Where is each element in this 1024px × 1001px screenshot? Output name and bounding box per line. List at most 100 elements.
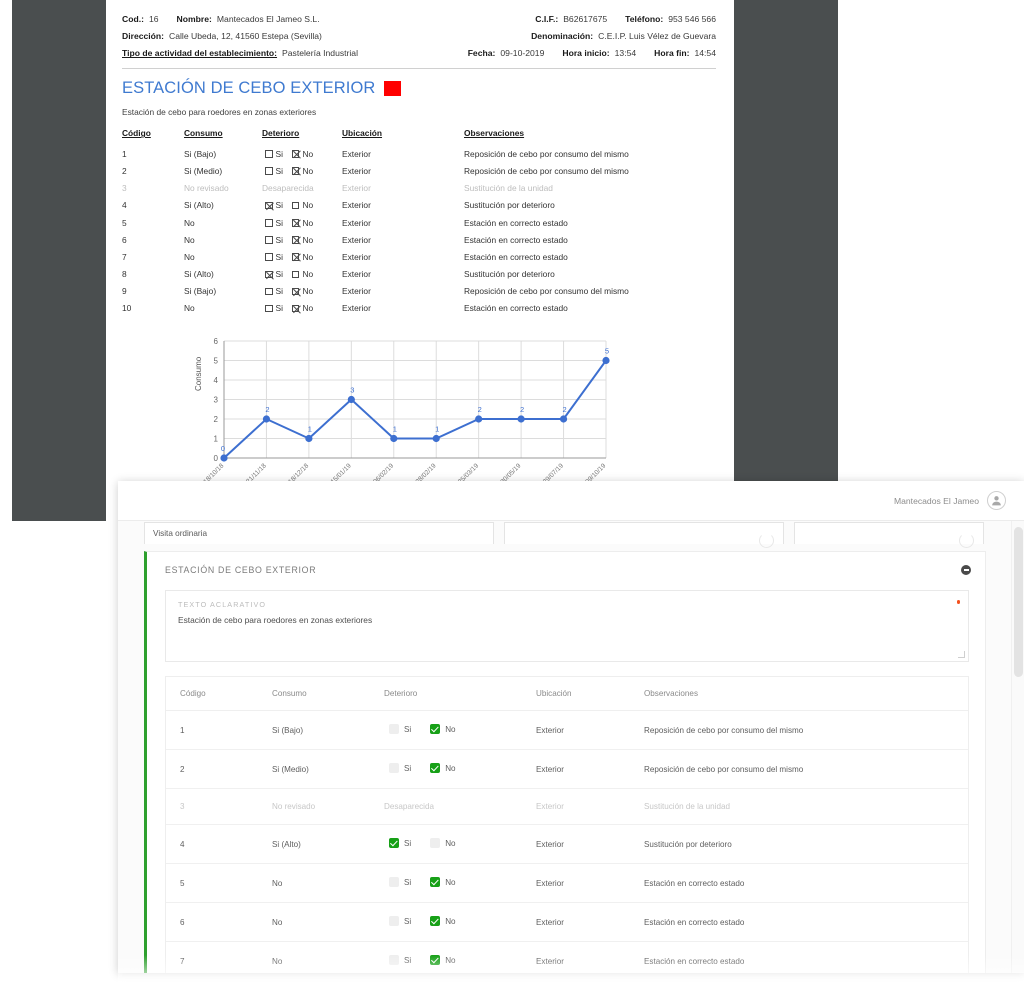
checkbox-no-icon (291, 201, 300, 210)
textarea-resize-handle[interactable] (958, 651, 965, 658)
cell-consumo: No revisado (184, 183, 229, 194)
deterioro-no-label: No (302, 217, 314, 228)
cell-observaciones: Sustitución por deterioro (630, 824, 968, 864)
deterioro-si-option[interactable]: Si (384, 763, 411, 773)
app-vertical-scrollbar[interactable] (1011, 521, 1024, 973)
cell-ubicacion: Exterior (342, 234, 371, 245)
field-hora-fin: Hora fin: 14:54 (654, 48, 716, 59)
visita-tipo-value: Visita ordinaria (153, 529, 208, 538)
table-row: 4 Si (Alto) Si No Exterior Sustitución por de… (122, 197, 716, 214)
report-header-row-1: Cod.: 16 Nombre: Mantecados El Jameo S.L… (122, 14, 716, 25)
checkbox-no-icon[interactable] (430, 724, 441, 734)
deterioro-no-option[interactable]: No (425, 877, 456, 887)
cell-observaciones: Estación en correcto estado (464, 303, 568, 314)
chart-data-label: 1 (393, 425, 397, 434)
checkbox-si-icon[interactable] (389, 877, 399, 887)
table-row[interactable]: 2 Si (Medio) Si No Exterior Reposición de ceb… (166, 749, 968, 789)
deterioro-no-option: No (289, 218, 313, 228)
cell-ubicacion: Exterior (342, 217, 371, 228)
cell-consumo: Si (Medio) (258, 749, 370, 789)
table-row[interactable]: 6 No Si No Exterior Estación en correcto esta… (166, 902, 968, 942)
cell-consumo: Si (Medio) (184, 165, 223, 176)
deterioro-si-option[interactable]: Si (384, 916, 411, 926)
field-tipo-actividad-label: Tipo de actividad del establecimiento: (122, 48, 278, 59)
deterioro-no-option: No (289, 149, 313, 159)
checkbox-si-icon[interactable] (389, 838, 399, 848)
report-col-codigo: Código (122, 128, 151, 139)
chart-data-point (475, 415, 483, 423)
app-table-wrap: Código Consumo Deterioro Ubicación Obser… (165, 676, 969, 973)
app-user-name: Mantecados El Jameo (893, 495, 979, 506)
cell-codigo: 10 (122, 303, 132, 314)
table-row[interactable]: 3 No revisado Desaparecida Exterior Sustituc… (166, 788, 968, 825)
table-row[interactable]: 1 Si (Bajo) Si No Exterior Reposición de cebo… (166, 710, 968, 750)
app-table-header-row: Código Consumo Deterioro Ubicación Obser… (166, 677, 968, 711)
cell-ubicacion: Exterior (342, 269, 371, 280)
deterioro-no-option[interactable]: No (425, 955, 456, 965)
chart-data-point (602, 356, 610, 365)
deterioro-no-option: No (289, 166, 313, 176)
deterioro-si-option[interactable]: Si (384, 877, 411, 887)
field-nombre-label: Nombre: (176, 14, 212, 24)
table-row: 10 No Si No Exterior Estación en correcto est… (122, 300, 716, 317)
cell-deterioro: Si No (370, 710, 522, 750)
table-row[interactable]: 5 No Si No Exterior Estación en correcto esta… (166, 863, 968, 903)
app-scrollbar-thumb[interactable] (1014, 527, 1023, 677)
deterioro-no-option[interactable]: No (425, 763, 456, 773)
app-col-consumo: Consumo (258, 677, 370, 711)
deterioro-no-option[interactable]: No (425, 838, 456, 848)
deterioro-si-option[interactable]: Si (384, 724, 411, 734)
deterioro-si-option[interactable]: Si (384, 955, 411, 965)
cell-ubicacion: Exterior (522, 710, 630, 750)
texto-aclaratorio-textarea[interactable]: TEXTO ACLARATIVO Estación de cebo para r… (165, 590, 969, 662)
deterioro-no-label: No (445, 916, 456, 926)
cell-deterioro: Desaparecida (370, 788, 522, 825)
visita-tipo-field[interactable]: Visita ordinaria (144, 522, 494, 544)
deterioro-no-label: No (302, 234, 314, 245)
cell-ubicacion: Exterior (522, 902, 630, 942)
deterioro-no-label: No (302, 303, 314, 314)
checkbox-no-icon (291, 150, 300, 158)
field-direccion: Dirección: Calle Ubeda, 12, 41560 Estepa… (122, 31, 322, 42)
checkbox-no-icon (291, 253, 300, 261)
deterioro-si-option: Si (262, 303, 283, 313)
checkbox-si-icon (265, 219, 273, 227)
visita-secondary-field[interactable] (504, 522, 784, 548)
checkbox-no-icon[interactable] (430, 877, 441, 887)
deterioro-no-option[interactable]: No (425, 916, 456, 926)
table-row[interactable]: 4 Si (Alto) Si No Exterior Sustitución por de… (166, 824, 968, 864)
cell-observaciones: Estación en correcto estado (464, 217, 568, 228)
loading-spinner-icon-2 (959, 533, 974, 548)
deterioro-no-label: No (302, 165, 314, 176)
cell-ubicacion: Exterior (342, 303, 371, 314)
visita-tertiary-field[interactable] (794, 522, 984, 548)
table-row[interactable]: 7 No Si No Exterior Estación en correcto esta… (166, 941, 968, 973)
collapse-minus-icon[interactable] (961, 565, 971, 575)
chart-series-line (223, 359, 607, 459)
deterioro-no-option[interactable]: No (425, 724, 456, 734)
user-avatar-icon[interactable] (987, 491, 1006, 510)
checkbox-no-icon[interactable] (430, 763, 441, 773)
checkbox-si-icon[interactable] (389, 763, 399, 773)
cell-ubicacion: Exterior (342, 183, 371, 194)
checkbox-si-icon[interactable] (389, 724, 399, 734)
checkbox-no-icon[interactable] (430, 838, 441, 848)
cell-deterioro-text: Desaparecida (384, 802, 434, 811)
checkbox-si-icon[interactable] (389, 955, 399, 965)
checkbox-no-icon[interactable] (430, 955, 441, 965)
deterioro-no-label: No (302, 269, 314, 280)
cell-ubicacion: Exterior (522, 824, 630, 864)
report-col-deterioro: Deterioro (262, 128, 300, 139)
deterioro-si-option[interactable]: Si (384, 838, 411, 848)
app-window: Mantecados El Jameo Visita ordinaria EST… (118, 481, 1024, 973)
checkbox-no-icon[interactable] (430, 916, 441, 926)
field-hora-fin-value: 14:54 (694, 48, 716, 59)
deterioro-no-option: No (289, 286, 313, 296)
cell-consumo: No (258, 941, 370, 973)
report-col-ubicacion: Ubicación (342, 128, 383, 139)
deterioro-si-option: Si (262, 200, 283, 210)
checkbox-si-icon[interactable] (389, 916, 399, 926)
deterioro-si-option: Si (262, 269, 283, 279)
chart-y-tick-label: 0 (214, 454, 219, 463)
cell-deterioro: Si No (262, 145, 342, 162)
